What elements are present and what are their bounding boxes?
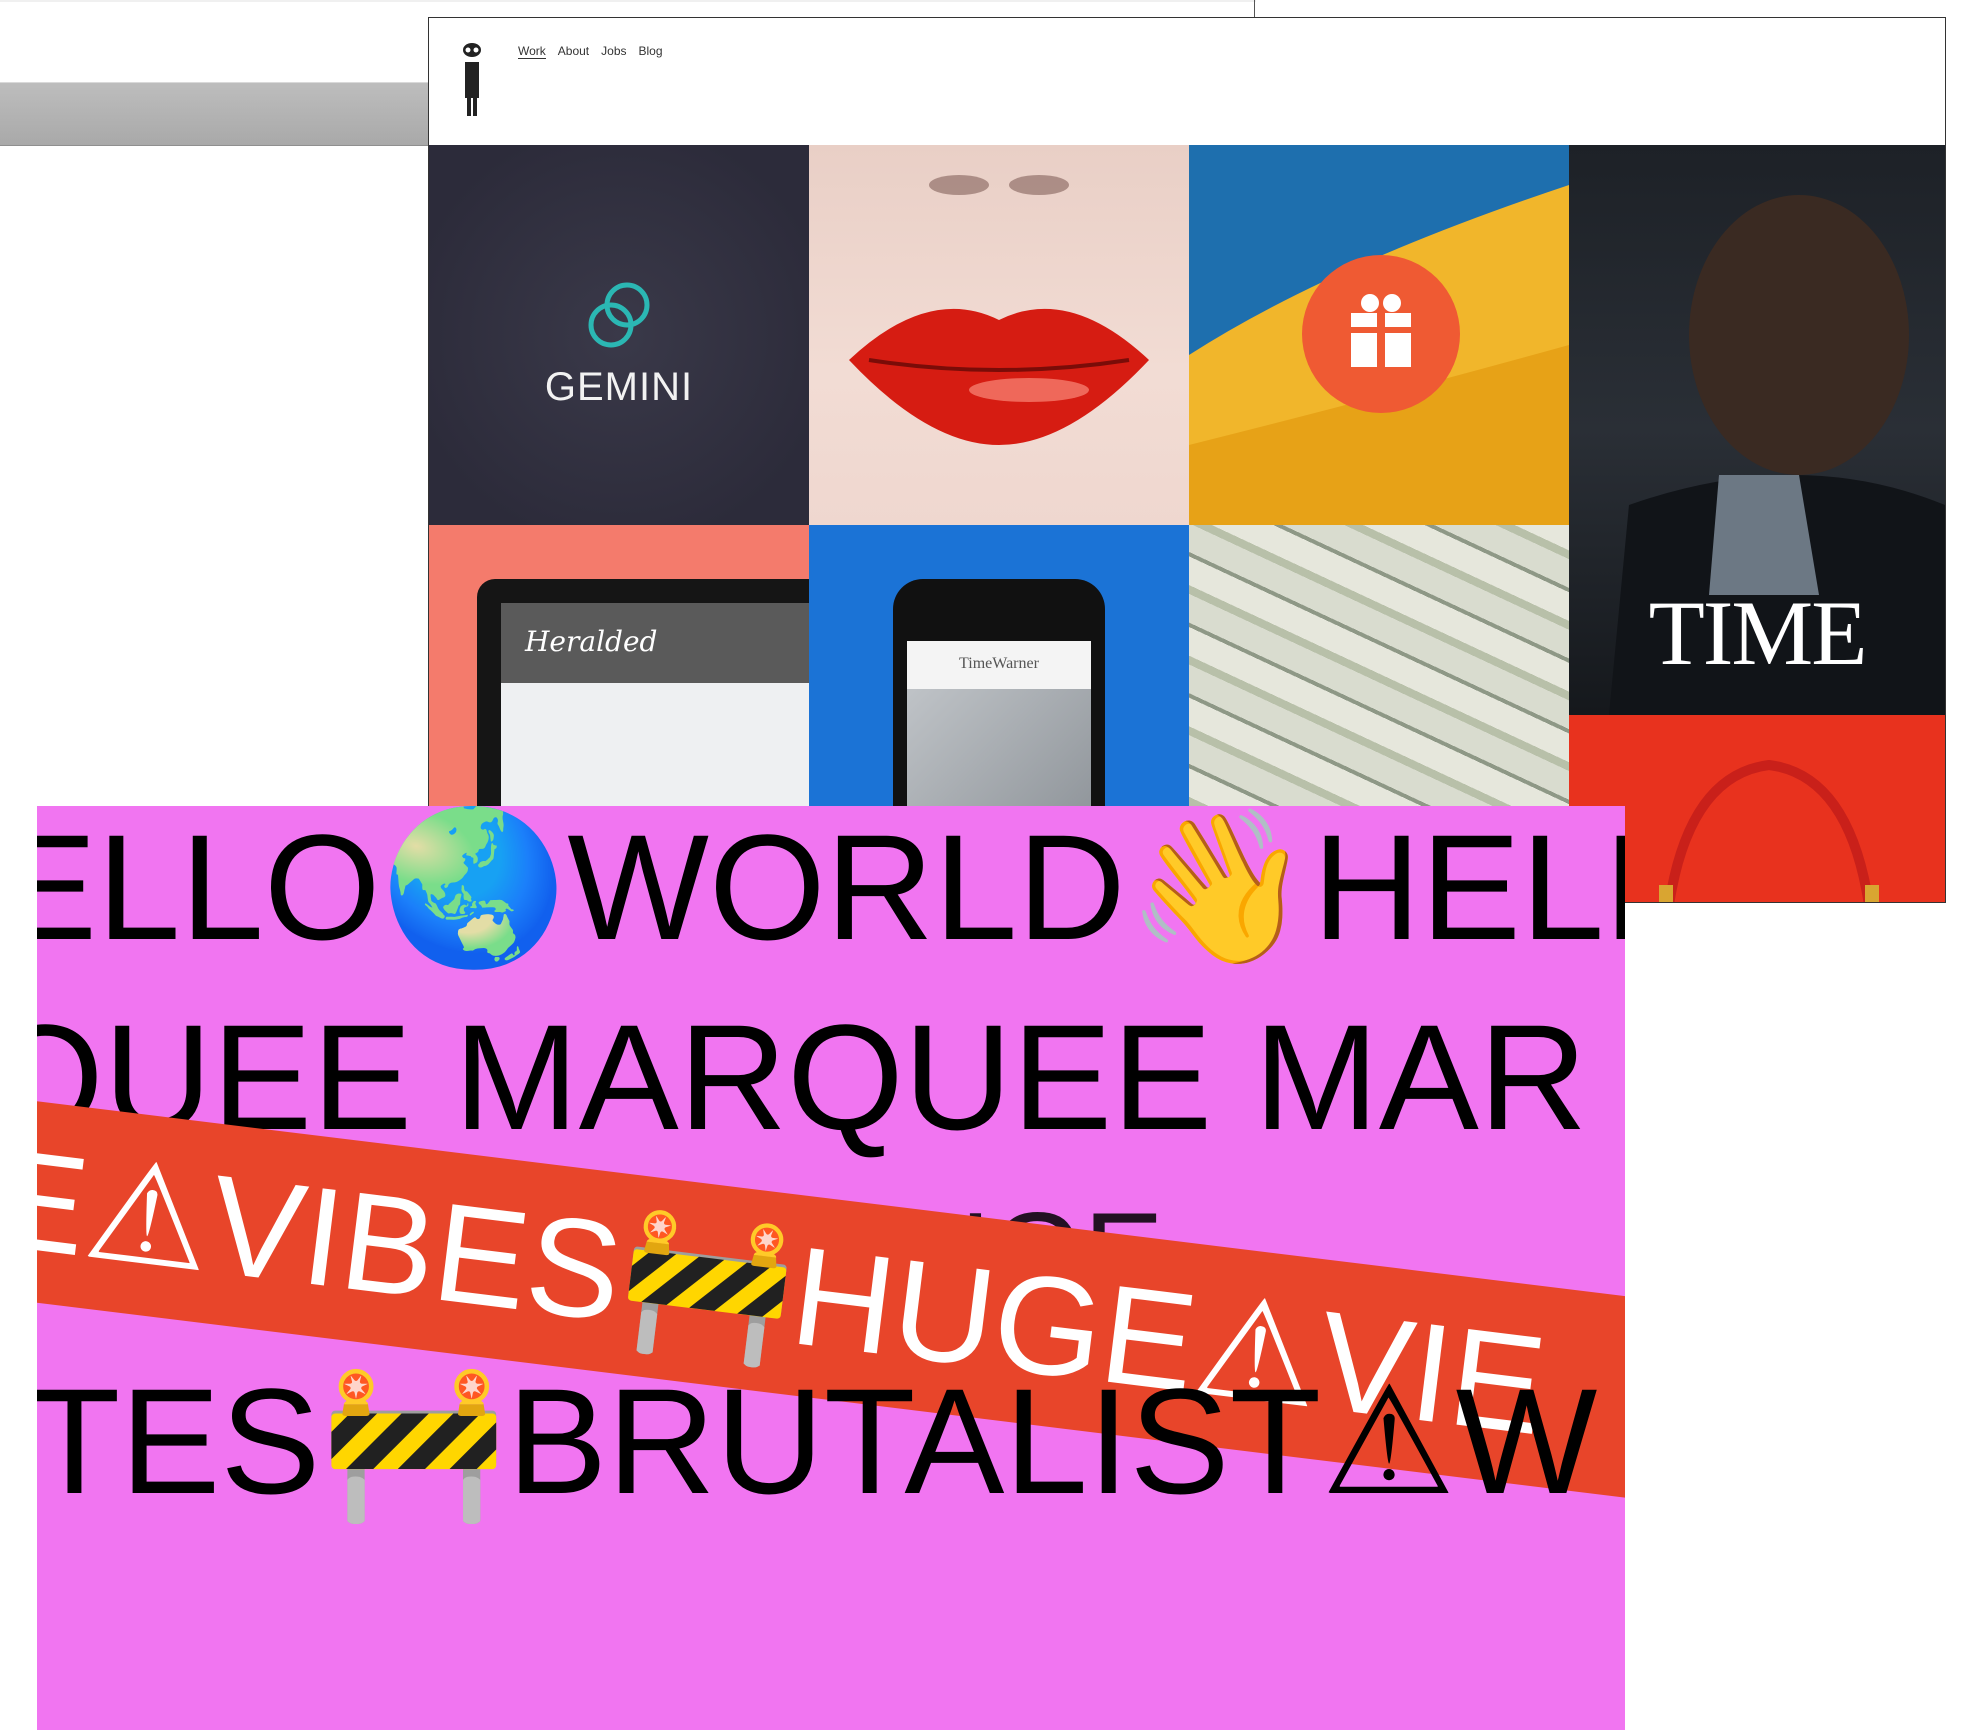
marquee-text: WORLD	[567, 806, 1126, 971]
phone-brand: TimeWarner	[959, 655, 1039, 672]
nav-about[interactable]: About	[558, 44, 589, 59]
marquee-text: BRUTALIST	[507, 1357, 1322, 1525]
globe-icon: 🌏	[380, 806, 568, 975]
window-top-edge	[0, 0, 1256, 2]
tile-gemini[interactable]: GEMINI	[429, 145, 809, 525]
gemini-wordmark: GEMINI	[544, 365, 694, 409]
site-header: Work About Jobs Blog	[429, 18, 1945, 145]
lips-image	[849, 175, 1149, 445]
gift-box-icon	[1351, 294, 1411, 367]
time-wordmark: TIME	[1648, 582, 1868, 684]
construction-icon: 🚧	[320, 1355, 508, 1529]
tile-red-bag[interactable]	[1569, 715, 1945, 902]
tile-lips[interactable]	[809, 145, 1189, 525]
tablet-script-logo: Heralded	[525, 625, 658, 658]
address-bar[interactable]	[0, 82, 438, 146]
marquee-text: HELL	[1312, 806, 1625, 971]
tile-time[interactable]: TIME	[1569, 145, 1945, 715]
construction-icon: 🚧	[610, 1193, 804, 1377]
nav-jobs[interactable]: Jobs	[601, 44, 626, 59]
gemini-logo-icon	[588, 282, 650, 348]
marquee-line-1: ELLO🌏WORLD👋HELL	[37, 812, 1625, 963]
marquee-line-4: ITES🚧BRUTALIST⚠W	[37, 1366, 1597, 1517]
waving-hand-icon: 👋	[1125, 806, 1313, 975]
nav-work[interactable]: Work	[518, 44, 546, 59]
band-word: VIBES	[201, 1144, 631, 1352]
gift-badge	[1302, 255, 1460, 413]
marquee-text: W	[1455, 1357, 1598, 1525]
window-edge	[1254, 0, 1255, 18]
warning-icon: ⚠	[76, 1127, 222, 1305]
marquee-text: ELLO	[37, 806, 381, 971]
tile-gift[interactable]	[1189, 145, 1569, 525]
portfolio-website: Work About Jobs Blog GEMINI TIME Heralde…	[428, 17, 1946, 903]
site-nav: Work About Jobs Blog	[518, 44, 663, 59]
bag-image	[1659, 759, 1879, 902]
tablet-header: Heralded	[501, 603, 809, 683]
marquee-poster: ELLO🌏WORLD👋HELL QUEE MARQUEE MAR HUGE E⚠…	[37, 806, 1625, 1730]
marquee-text: ITES	[37, 1357, 321, 1525]
nav-blog[interactable]: Blog	[639, 44, 663, 59]
warning-icon: ⚠	[1321, 1355, 1456, 1529]
logo-figure-icon[interactable]	[457, 40, 487, 118]
